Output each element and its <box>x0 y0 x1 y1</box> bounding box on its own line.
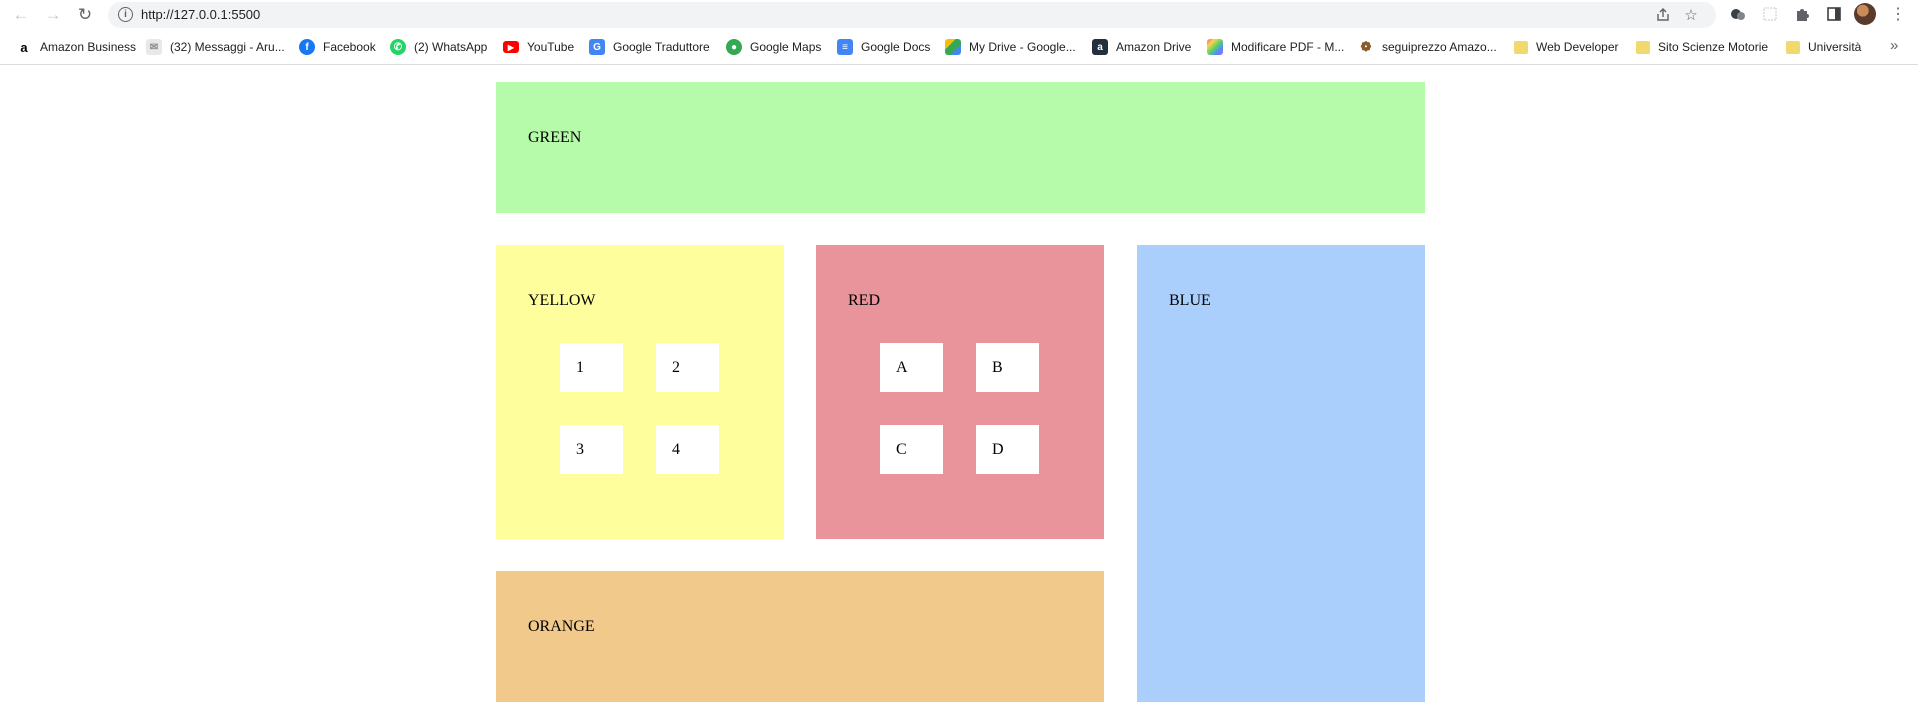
back-arrow-icon[interactable]: ← <box>10 4 32 26</box>
bookmark-label: Facebook <box>323 40 376 54</box>
amazon-icon: a <box>16 39 32 55</box>
reload-icon[interactable]: ↻ <box>74 4 96 26</box>
bookmark-google-translate[interactable]: G Google Traduttore <box>589 38 710 56</box>
bookmarks-bar: a Amazon Business ✉ (32) Messaggi - Aru.… <box>0 29 1918 65</box>
address-bar[interactable]: i http://127.0.0.1:5500 ☆ <box>108 2 1716 28</box>
bookmark-google-maps[interactable]: ● Google Maps <box>726 38 821 56</box>
bookmark-label: seguiprezzo Amazo... <box>1382 40 1497 54</box>
facebook-icon: f <box>299 39 315 55</box>
share-icon[interactable] <box>1654 6 1672 24</box>
bookmark-label: YouTube <box>527 40 575 54</box>
bookmark-folder-web-developer[interactable]: Web Developer <box>1514 38 1619 56</box>
browser-toolbar: ← → ↻ i http://127.0.0.1:5500 ☆ ⋮ <box>0 0 1918 29</box>
red-label: RED <box>848 292 880 309</box>
bookmark-label: My Drive - Google... <box>969 40 1076 54</box>
side-panel-icon[interactable] <box>1824 4 1844 24</box>
bookmark-label: Web Developer <box>1536 40 1619 54</box>
extension-circles-icon[interactable] <box>1728 4 1748 24</box>
yellow-box: YELLOW 1 2 3 4 <box>496 245 784 539</box>
profile-avatar[interactable] <box>1854 3 1876 25</box>
amazon-drive-icon: a <box>1092 39 1108 55</box>
yellow-label: YELLOW <box>528 292 596 309</box>
google-drive-icon <box>945 39 961 55</box>
forward-arrow-icon[interactable]: → <box>42 4 64 26</box>
bookmark-folder-universita[interactable]: Università <box>1786 38 1861 56</box>
bookmark-label: Modificare PDF - M... <box>1231 40 1345 54</box>
bookmark-label: Google Maps <box>750 40 822 54</box>
bookmark-whatsapp[interactable]: ✆ (2) WhatsApp <box>390 38 487 56</box>
bookmark-amazon-business[interactable]: a Amazon Business <box>16 38 136 56</box>
green-label: GREEN <box>528 129 582 146</box>
bookmark-label: Amazon Drive <box>1116 40 1192 54</box>
extensions-puzzle-icon[interactable] <box>1792 4 1812 24</box>
bookmark-label: (2) WhatsApp <box>414 40 488 54</box>
bookmark-label: Google Traduttore <box>613 40 710 54</box>
pdf-editor-icon <box>1207 39 1223 55</box>
folder-icon <box>1636 40 1650 54</box>
whatsapp-icon: ✆ <box>390 39 406 55</box>
yellow-tile-2: 2 <box>656 343 719 392</box>
yellow-tile-4: 4 <box>656 425 719 474</box>
google-translate-icon: G <box>589 39 605 55</box>
blue-label: BLUE <box>1169 292 1211 309</box>
bookmark-youtube[interactable]: ▶ YouTube <box>503 38 574 56</box>
folder-icon <box>1514 40 1528 54</box>
site-info-icon[interactable]: i <box>118 7 133 22</box>
orange-label: ORANGE <box>528 618 595 635</box>
extension-placeholder-icon[interactable] <box>1760 4 1780 24</box>
bookmark-label: Università <box>1808 40 1862 54</box>
aruba-mail-icon: ✉ <box>146 39 162 55</box>
url-text[interactable]: http://127.0.0.1:5500 <box>141 7 260 22</box>
bookmark-label: Google Docs <box>861 40 931 54</box>
bookmark-aruba-mail[interactable]: ✉ (32) Messaggi - Aru... <box>146 38 285 56</box>
bookmark-label: Amazon Business <box>40 40 137 54</box>
orange-box: ORANGE <box>496 571 1104 702</box>
red-tile-b: B <box>976 343 1039 392</box>
green-box: GREEN <box>496 82 1425 213</box>
bookmark-google-docs[interactable]: ≡ Google Docs <box>837 38 930 56</box>
red-tile-a: A <box>880 343 943 392</box>
google-maps-icon: ● <box>726 39 742 55</box>
blue-box: BLUE <box>1137 245 1425 702</box>
google-docs-icon: ≡ <box>837 39 853 55</box>
camel-icon: ❁ <box>1358 39 1374 55</box>
bookmark-seguiprezzo[interactable]: ❁ seguiprezzo Amazo... <box>1358 38 1497 56</box>
bookmark-amazon-drive[interactable]: a Amazon Drive <box>1092 38 1191 56</box>
red-tile-d: D <box>976 425 1039 474</box>
bookmark-folder-scienze-motorie[interactable]: Sito Scienze Motorie <box>1636 38 1768 56</box>
yellow-tile-1: 1 <box>560 343 623 392</box>
bookmark-label: Sito Scienze Motorie <box>1658 40 1769 54</box>
bookmark-modificare-pdf[interactable]: Modificare PDF - M... <box>1207 38 1344 56</box>
bookmark-star-icon[interactable]: ☆ <box>1682 6 1700 24</box>
kebab-menu-icon[interactable]: ⋮ <box>1888 4 1908 24</box>
bookmark-google-drive[interactable]: My Drive - Google... <box>945 38 1076 56</box>
youtube-icon: ▶ <box>503 41 519 53</box>
bookmark-facebook[interactable]: f Facebook <box>299 38 376 56</box>
red-tile-c: C <box>880 425 943 474</box>
more-bookmarks-chevron-icon[interactable]: » <box>1890 37 1898 54</box>
bookmark-label: (32) Messaggi - Aru... <box>170 40 285 54</box>
yellow-tile-3: 3 <box>560 425 623 474</box>
red-box: RED A B C D <box>816 245 1104 539</box>
folder-icon <box>1786 40 1800 54</box>
